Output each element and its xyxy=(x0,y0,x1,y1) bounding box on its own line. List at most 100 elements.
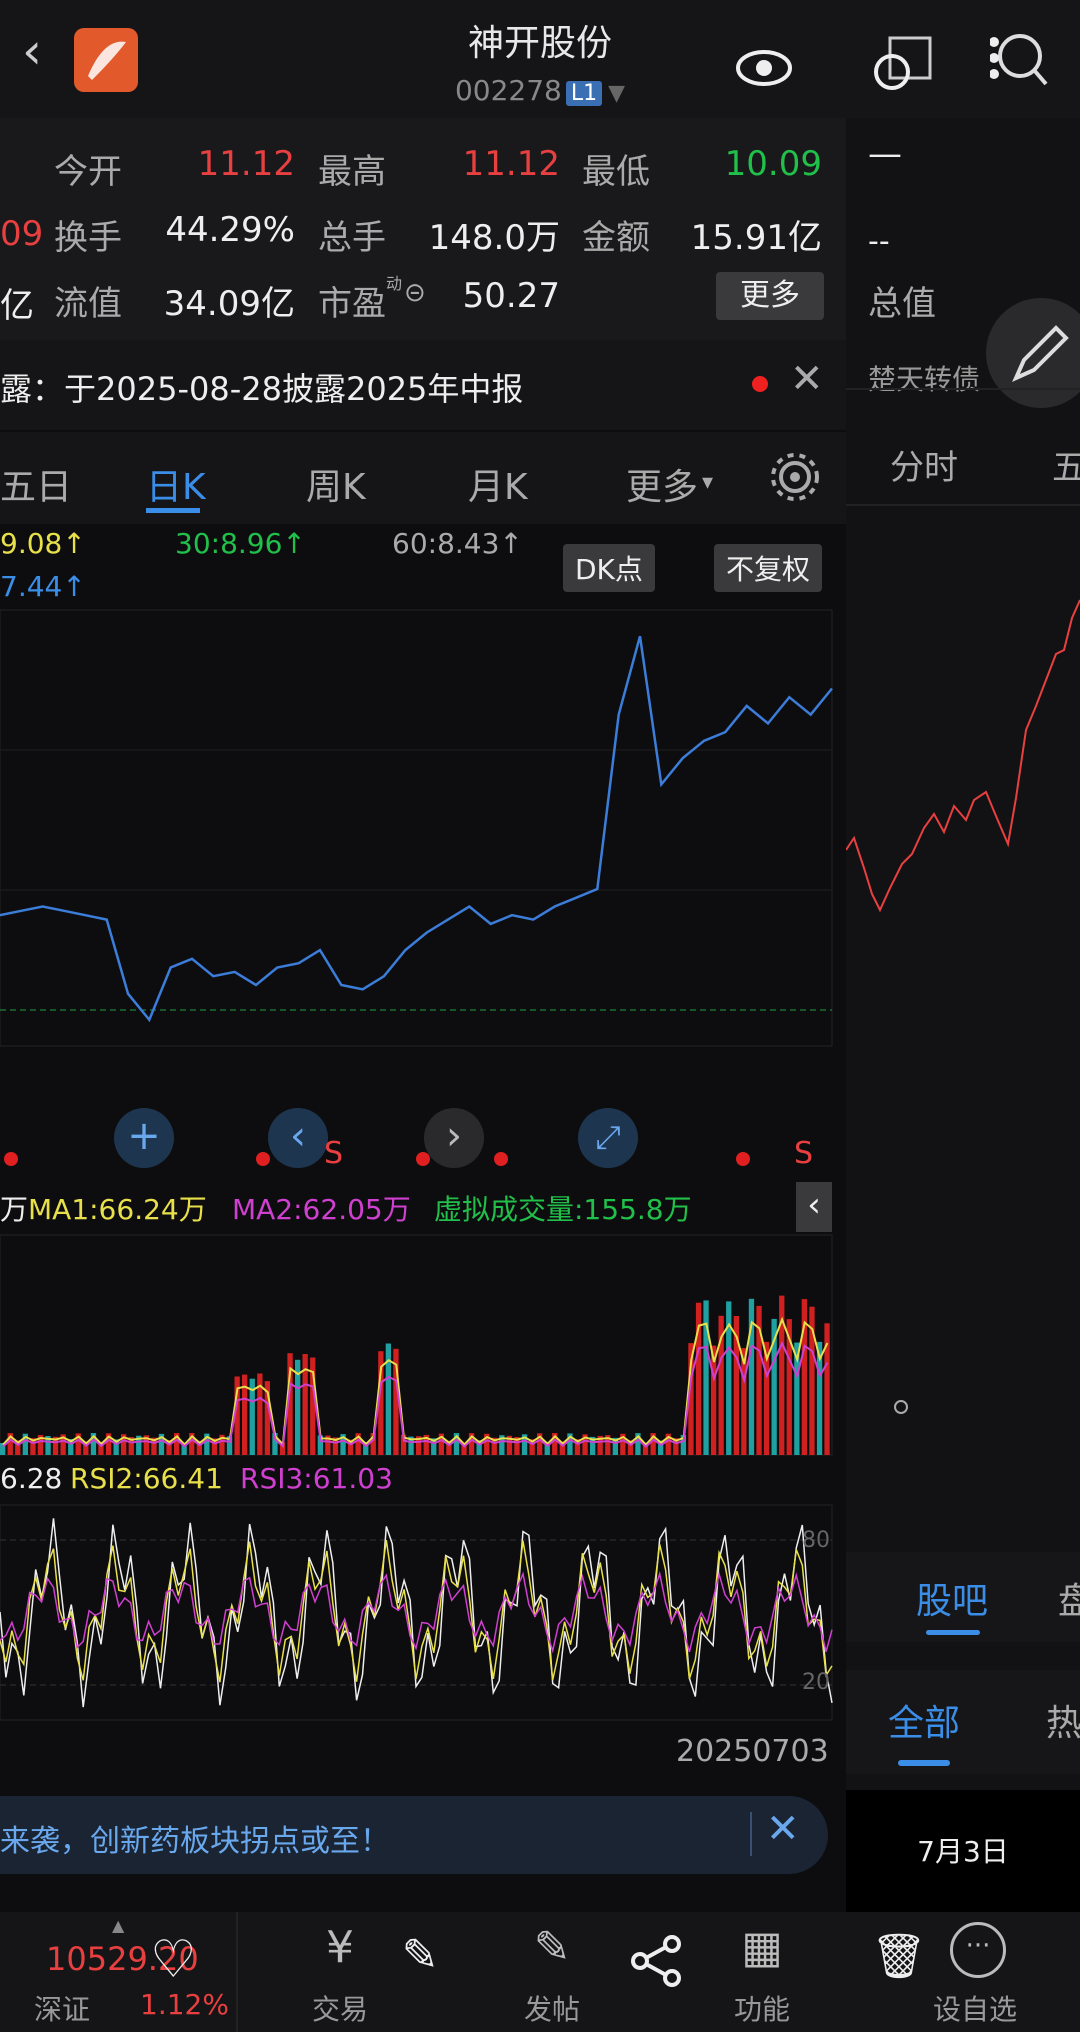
active-indicator-2 xyxy=(898,1760,950,1766)
low-value: 10.09 xyxy=(724,144,822,184)
loading-dot xyxy=(894,1400,908,1414)
index-name: 深证 xyxy=(34,1993,91,2026)
filter-tabs: 全部 热 xyxy=(846,1670,1080,1774)
expand-button[interactable]: ⤢ xyxy=(578,1108,638,1168)
rsi1-value: 6.28 xyxy=(0,1462,63,1495)
rsi2-line xyxy=(0,1539,833,1683)
zoom-in-button[interactable]: + xyxy=(114,1108,174,1168)
float-cap-value: 34.09亿 xyxy=(163,284,295,324)
unread-dot xyxy=(752,376,768,392)
signal-dot xyxy=(736,1152,750,1166)
intraday-chart xyxy=(846,599,1080,913)
rsi-20-label: 20 xyxy=(802,1670,830,1695)
pe-value: 50.27 xyxy=(462,276,560,316)
date-text: 7月3日 xyxy=(917,1835,1009,1868)
tab-minute[interactable]: 分时 xyxy=(890,440,958,489)
dash-placeholder-2: -- xyxy=(868,224,890,259)
banner-divider xyxy=(750,1812,752,1856)
rsi3-value: RSI3:61.03 xyxy=(240,1462,393,1495)
price-line xyxy=(0,635,833,1023)
high-label: 最高 xyxy=(318,152,386,192)
volume-bars xyxy=(0,1295,830,1455)
watch-icon[interactable] xyxy=(736,48,792,92)
stock-code-text: 002278 xyxy=(454,74,562,107)
dash-placeholder-1: — xyxy=(868,134,902,174)
divider-2 xyxy=(846,504,1080,506)
rsi-80-label: 80 xyxy=(802,1528,830,1553)
amount-label: 金额 xyxy=(582,218,650,258)
banner-close-icon[interactable]: ✕ xyxy=(766,1806,800,1852)
index-change: 1.12% xyxy=(140,1988,229,2021)
open-label: 今开 xyxy=(54,152,122,192)
next-button[interactable]: › xyxy=(424,1108,484,1168)
high-value: 11.12 xyxy=(462,144,560,184)
pencil-icon xyxy=(1012,325,1069,382)
pe-superscript: 动 xyxy=(386,274,403,293)
more-icon[interactable]: ··· xyxy=(950,1922,1006,1978)
open-value: 11.12 xyxy=(197,144,295,184)
dropdown-icon[interactable]: ▼ xyxy=(608,81,625,106)
edit-button[interactable] xyxy=(986,298,1080,408)
trade-label[interactable]: 交易 xyxy=(300,1988,380,2028)
bond-label[interactable]: 楚天转债 xyxy=(868,358,980,398)
signal-dot xyxy=(256,1152,270,1166)
rsi3-line xyxy=(0,1571,833,1654)
signal-dot xyxy=(4,1152,18,1166)
favorite-icon[interactable]: ♡ xyxy=(150,1930,197,1990)
signal-dot xyxy=(494,1152,508,1166)
refresh-icon[interactable] xyxy=(868,36,938,100)
sell-marker: S xyxy=(794,1136,814,1171)
add-watchlist-label[interactable]: 设自选 xyxy=(920,1988,1030,2028)
search-icon[interactable] xyxy=(989,30,1050,94)
total-value-label: 总值 xyxy=(868,284,936,324)
chart-date: 20250703 xyxy=(676,1734,829,1769)
volume-value: 148.0万 xyxy=(428,218,560,258)
pe-label: 市盈 xyxy=(318,284,386,324)
prev-button[interactable]: ‹ xyxy=(268,1108,328,1168)
virtual-volume: 虚拟成交量:155.8万 xyxy=(434,1193,692,1226)
signal-dot xyxy=(416,1152,430,1166)
community-tabs: 股吧 盘 xyxy=(846,1552,1080,1642)
trash-icon[interactable]: 🗑 xyxy=(864,1930,934,1982)
volume-label: 总手 xyxy=(318,218,386,258)
divider xyxy=(846,388,1080,390)
active-indicator xyxy=(926,1630,980,1635)
vol-ma1: MA1:66.24万 xyxy=(28,1193,207,1226)
footer-divider xyxy=(236,1912,238,2032)
notice-text: 露：于2025-08-28披露2025年中报 xyxy=(0,370,524,408)
expand-caret-icon[interactable]: ▲ xyxy=(112,1916,124,1935)
low-label: 最低 xyxy=(582,152,650,192)
notice-bar[interactable]: 露：于2025-08-28披露2025年中报 ✕ xyxy=(0,340,846,430)
tab-partial[interactable]: 五 xyxy=(1052,440,1080,489)
level-badge: L1 xyxy=(565,81,603,106)
bottom-toolbar: ▲ 10529.20 深证 1.12% ♡ ¥ 交易 ✎ ✎ 发帖 ▦ 功能 🗑… xyxy=(0,1912,1080,2032)
date-box: 7月3日 xyxy=(846,1790,1080,1912)
function-icon[interactable]: ▦ xyxy=(722,1922,802,1973)
float-cap-label: 流值 xyxy=(54,284,122,324)
vol-ma2: MA2:62.05万 xyxy=(232,1193,411,1226)
turnover-label: 换手 xyxy=(54,218,122,258)
turnover-value: 44.29% xyxy=(165,210,295,250)
amount-value: 15.91亿 xyxy=(690,218,822,258)
tab-all[interactable]: 全部 xyxy=(888,1694,960,1746)
header-bar: ‹ 神开股份 002278 L1 ▼ xyxy=(0,0,1080,118)
partial-value-3: 亿 xyxy=(0,286,34,326)
tab-partial-2[interactable]: 盘 xyxy=(1058,1572,1080,1624)
rsi2-value: RSI2:66.41 xyxy=(70,1462,223,1495)
banner-text: 来袭，创新药板块拐点或至！ xyxy=(0,1824,390,1859)
close-icon[interactable]: ✕ xyxy=(790,356,824,402)
collapse-button[interactable]: ‹ xyxy=(796,1182,832,1232)
trade-icon[interactable]: ¥ xyxy=(300,1922,380,1973)
right-panel: — -- 总值 楚天转债 分时 五 股吧 盘 全部 热 7月3日 xyxy=(846,118,1080,1912)
tab-guba[interactable]: 股吧 xyxy=(916,1572,988,1624)
partial-value-2: 09 xyxy=(0,214,44,254)
share-icon[interactable] xyxy=(630,1934,684,1992)
sell-marker: S xyxy=(324,1136,344,1171)
post-label[interactable]: 发帖 xyxy=(512,1988,592,2028)
post-icon[interactable]: ✎ xyxy=(512,1922,592,1973)
more-button[interactable]: 更多 xyxy=(716,272,824,320)
news-banner[interactable]: 来袭，创新药板块拐点或至！ ✕ xyxy=(0,1796,828,1874)
pencil-icon[interactable]: ✎ xyxy=(390,1930,450,1981)
function-label[interactable]: 功能 xyxy=(722,1988,802,2028)
tab-hot[interactable]: 热 xyxy=(1046,1694,1080,1746)
